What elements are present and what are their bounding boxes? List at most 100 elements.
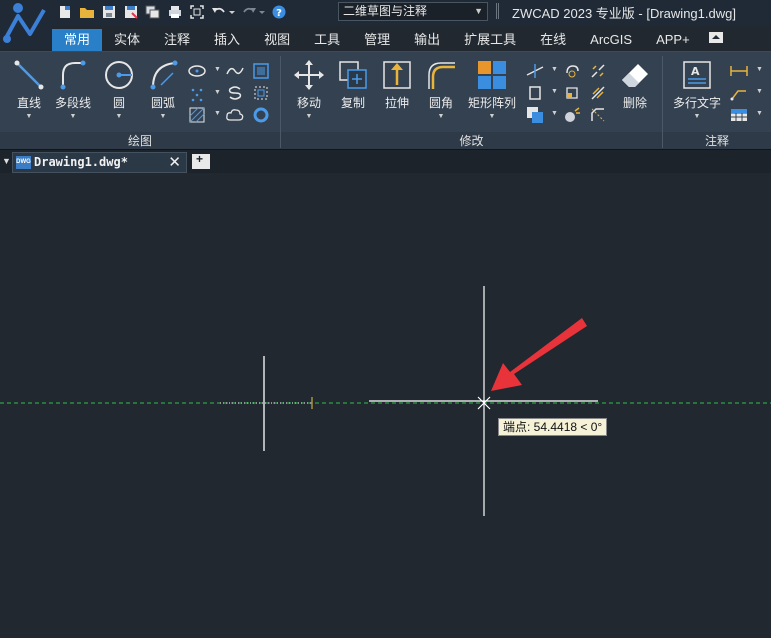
point-icon[interactable]	[188, 85, 206, 103]
document-tab-strip: ▼ DWG Drawing1.dwg* ✕	[0, 149, 771, 173]
tab-annotate[interactable]: 注释	[152, 29, 202, 51]
tab-solid[interactable]: 实体	[102, 29, 152, 51]
title-divider	[496, 3, 499, 19]
donut-icon[interactable]	[252, 106, 270, 124]
circle-button[interactable]: 圆 ▼	[96, 58, 142, 126]
tab-insert[interactable]: 插入	[202, 29, 252, 51]
tab-extension-tools[interactable]: 扩展工具	[452, 29, 528, 51]
line-icon	[13, 58, 45, 92]
title-bar: ? 二维草图与注释 ▼ ZWCAD 2023 专业版 - [Drawing1.d…	[0, 0, 771, 26]
annotate-panel-title[interactable]: 注释	[663, 132, 771, 150]
line-button[interactable]: 直线 ▼	[6, 58, 52, 126]
modify-panel-title[interactable]: 修改	[281, 132, 662, 150]
undo-icon[interactable]	[210, 3, 236, 21]
stretch-icon	[381, 58, 413, 92]
chevron-down-icon[interactable]: ▼	[2, 156, 11, 166]
dimension-icon[interactable]	[730, 62, 748, 80]
draw-panel-title[interactable]: 绘图	[0, 132, 280, 150]
stretch-button[interactable]: 拉伸	[374, 58, 420, 126]
tab-arcgis[interactable]: ArcGIS	[578, 29, 644, 51]
dwg-file-icon: DWG	[16, 156, 31, 169]
open-icon[interactable]	[78, 3, 96, 21]
mtext-label: 多行文字	[672, 96, 721, 110]
circle-icon	[103, 58, 135, 92]
polyline-button[interactable]: 多段线 ▼	[50, 58, 96, 126]
break-icon[interactable]	[589, 62, 607, 80]
arc-button[interactable]: 圆弧 ▼	[140, 58, 186, 126]
save-icon[interactable]	[100, 3, 118, 21]
quick-access-toolbar: ?	[56, 3, 292, 21]
spline-icon[interactable]	[226, 62, 244, 80]
arc-label: 圆弧	[150, 96, 175, 110]
stretch-label: 拉伸	[384, 96, 409, 110]
circle-label: 圆	[112, 96, 125, 110]
chevron-down-icon: ▼	[159, 113, 167, 120]
chevron-down-icon[interactable]: ▼	[756, 66, 763, 73]
drawing-canvas[interactable]: 端点: 54.4418 < 0°	[0, 173, 771, 638]
chevron-down-icon: ▼	[488, 113, 496, 120]
tab-output[interactable]: 输出	[402, 29, 452, 51]
trim-icon[interactable]	[526, 62, 544, 80]
ribbon: 直线 ▼ 多段线 ▼ 圆 ▼ 圆弧 ▼ ▼ ▼ ▼ 移动 ▼ 复制 拉伸 圆角 …	[0, 51, 771, 150]
chevron-down-icon: ▼	[474, 6, 483, 16]
boundary-icon[interactable]	[252, 84, 270, 102]
zwcad-logo-icon[interactable]	[0, 0, 52, 50]
offset-icon[interactable]	[526, 106, 544, 124]
tab-tools[interactable]: 工具	[302, 29, 352, 51]
fillet-button[interactable]: 圆角 ▼	[418, 58, 464, 126]
mirror-icon[interactable]	[526, 84, 544, 102]
new-icon[interactable]	[56, 3, 74, 21]
rect-array-button[interactable]: 矩形阵列 ▼	[464, 58, 520, 126]
help-icon[interactable]: ?	[270, 3, 288, 21]
new-tab-icon[interactable]	[192, 152, 210, 169]
chevron-down-icon[interactable]: ▼	[551, 66, 558, 73]
chevron-down-icon[interactable]: ▼	[214, 110, 221, 117]
ellipse-icon[interactable]	[188, 62, 206, 80]
zoom-extents-icon[interactable]	[188, 3, 206, 21]
tab-manage[interactable]: 管理	[352, 29, 402, 51]
workspace-select[interactable]: 二维草图与注释 ▼	[338, 2, 488, 21]
erase-button[interactable]: 删除	[612, 58, 658, 126]
save-as-icon[interactable]	[122, 3, 140, 21]
redo-icon[interactable]	[240, 3, 266, 21]
move-button[interactable]: 移动 ▼	[286, 58, 332, 126]
sheet-set-icon[interactable]	[144, 3, 162, 21]
chevron-down-icon: ▼	[437, 113, 445, 120]
window-title: ZWCAD 2023 专业版 - [Drawing1.dwg]	[512, 6, 736, 21]
rotate-icon[interactable]	[563, 62, 581, 80]
rect-array-label: 矩形阵列	[467, 96, 516, 110]
join-icon[interactable]	[589, 84, 607, 102]
ribbon-collapse-icon[interactable]	[709, 32, 723, 43]
tab-app-plus[interactable]: APP+	[644, 29, 702, 51]
rectangle-icon[interactable]	[252, 62, 270, 80]
chevron-down-icon[interactable]: ▼	[214, 89, 221, 96]
scale-icon[interactable]	[563, 84, 581, 102]
chevron-down-icon[interactable]: ▼	[214, 66, 221, 73]
revision-icon[interactable]	[226, 84, 244, 102]
document-tab[interactable]: DWG Drawing1.dwg* ✕	[12, 152, 187, 173]
canvas-graphics	[0, 286, 771, 516]
tab-online[interactable]: 在线	[528, 29, 578, 51]
mtext-button[interactable]: A 多行文字 ▼	[670, 58, 724, 126]
close-icon[interactable]: ✕	[168, 153, 181, 171]
cloud-icon[interactable]	[226, 106, 244, 124]
print-icon[interactable]	[166, 3, 184, 21]
chevron-down-icon: ▼	[693, 113, 701, 120]
leader-icon[interactable]	[730, 84, 748, 102]
chevron-down-icon[interactable]: ▼	[756, 110, 763, 117]
rect-array-icon	[476, 58, 508, 92]
table-icon[interactable]	[730, 106, 748, 124]
chevron-down-icon[interactable]: ▼	[551, 110, 558, 117]
chamfer-icon[interactable]	[589, 106, 607, 124]
chevron-down-icon: ▼	[305, 113, 313, 120]
tab-home[interactable]: 常用	[52, 29, 103, 51]
hatch-icon[interactable]	[188, 106, 206, 124]
copy-button[interactable]: 复制	[330, 58, 376, 126]
chevron-down-icon[interactable]: ▼	[551, 88, 558, 95]
explode-icon[interactable]	[563, 106, 581, 124]
erase-icon	[619, 58, 651, 92]
snap-tooltip: 端点: 54.4418 < 0°	[498, 418, 608, 436]
chevron-down-icon[interactable]: ▼	[756, 88, 763, 95]
svg-text:A: A	[691, 65, 700, 78]
tab-view[interactable]: 视图	[252, 29, 302, 51]
